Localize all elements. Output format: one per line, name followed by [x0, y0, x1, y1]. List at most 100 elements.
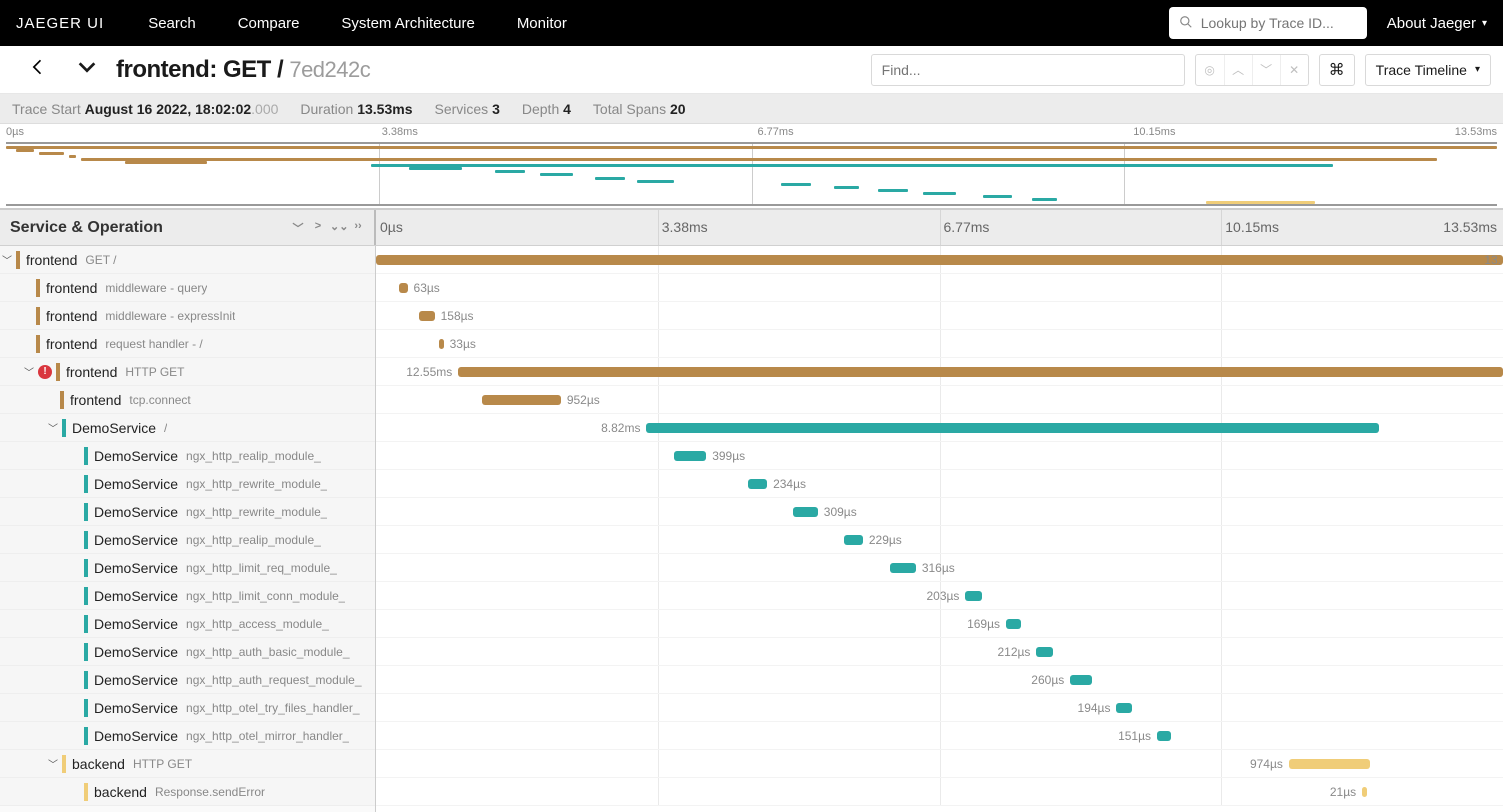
nav-compare[interactable]: Compare	[222, 0, 316, 46]
span-bar	[965, 591, 982, 601]
error-icon: !	[38, 365, 52, 379]
span-row[interactable]: DemoServicengx_http_rewrite_module_	[0, 498, 375, 526]
span-row[interactable]: ﹀!frontendHTTP GET	[0, 358, 375, 386]
span-row[interactable]: DemoServicengx_http_realip_module_	[0, 442, 375, 470]
search-icon	[1179, 15, 1193, 32]
collapse-icon[interactable]: ﹀	[290, 220, 306, 236]
chevron-down-icon: ▾	[1482, 18, 1487, 29]
service-color-bar	[84, 503, 88, 521]
span-bar-row[interactable]: 309µs	[376, 498, 1503, 526]
service-color-bar	[36, 335, 40, 353]
span-bar-row[interactable]: 8.82ms	[376, 414, 1503, 442]
minimap-canvas[interactable]	[6, 142, 1497, 206]
span-row[interactable]: frontendmiddleware - expressInit	[0, 302, 375, 330]
back-button[interactable]	[18, 55, 58, 85]
span-row[interactable]: ﹀backendHTTP GET	[0, 750, 375, 778]
span-bar	[1157, 731, 1171, 741]
span-bar-row[interactable]: 169µs	[376, 610, 1503, 638]
caret-icon[interactable]: ﹀	[0, 252, 14, 267]
brand-logo[interactable]: JAEGER UI	[16, 15, 104, 32]
view-mode-select[interactable]: Trace Timeline ▾	[1365, 54, 1491, 86]
span-operation: ngx_http_auth_basic_module_	[186, 645, 349, 659]
service-color-bar	[84, 531, 88, 549]
minimap-span	[923, 192, 956, 195]
span-service: DemoService	[94, 532, 178, 548]
trace-id: 7ed242c	[289, 57, 370, 82]
collapse-all-icon[interactable]: ⌄⌄	[330, 220, 346, 236]
about-menu[interactable]: About Jaeger ▾	[1387, 15, 1487, 32]
span-service: DemoService	[94, 448, 178, 464]
service-operation-header: Service & Operation ﹀ > ⌄⌄ ››	[0, 210, 376, 245]
caret-icon[interactable]: ﹀	[46, 420, 60, 435]
collapse-toggle[interactable]	[76, 56, 98, 84]
locate-icon[interactable]: ◎	[1196, 55, 1224, 85]
span-row[interactable]: frontendtcp.connect	[0, 386, 375, 414]
span-bar-row[interactable]: 234µs	[376, 470, 1503, 498]
service-color-bar	[84, 727, 88, 745]
span-bar-row[interactable]: 194µs	[376, 694, 1503, 722]
span-row[interactable]: ﹀DemoService/	[0, 414, 375, 442]
span-row[interactable]: DemoServicengx_http_otel_try_files_handl…	[0, 694, 375, 722]
expand-all-icon[interactable]: ››	[350, 220, 366, 236]
span-row[interactable]: DemoServicengx_http_otel_mirror_handler_	[0, 722, 375, 750]
span-bar	[844, 535, 863, 545]
span-bar-row[interactable]: 13.	[376, 246, 1503, 274]
trace-lookup[interactable]	[1169, 7, 1367, 39]
span-row[interactable]: DemoServicengx_http_limit_req_module_	[0, 554, 375, 582]
span-bar-row[interactable]: 151µs	[376, 722, 1503, 750]
span-service: frontend	[46, 336, 97, 352]
span-bar-row[interactable]: 399µs	[376, 442, 1503, 470]
span-bar-row[interactable]: 974µs	[376, 750, 1503, 778]
span-bar-row[interactable]: 260µs	[376, 666, 1503, 694]
span-row[interactable]: frontendrequest handler - /	[0, 330, 375, 358]
span-duration-label: 33µs	[450, 337, 476, 351]
minimap-span	[69, 155, 76, 158]
find-prev-button[interactable]: ︿	[1224, 55, 1252, 85]
service-color-bar	[84, 587, 88, 605]
span-duration-label: 974µs	[1250, 757, 1283, 771]
span-bar-row[interactable]: 316µs	[376, 554, 1503, 582]
keyboard-shortcuts-button[interactable]: ⌘	[1319, 54, 1355, 86]
caret-icon[interactable]: ﹀	[46, 756, 60, 771]
span-row[interactable]: ﹀frontendGET /	[0, 246, 375, 274]
span-row[interactable]: DemoServicengx_http_access_module_	[0, 610, 375, 638]
span-bar	[1289, 759, 1370, 769]
span-bar-row[interactable]: 12.55ms	[376, 358, 1503, 386]
find-input[interactable]	[871, 54, 1185, 86]
span-bar-row[interactable]: 952µs	[376, 386, 1503, 414]
span-duration-label: 21µs	[1330, 785, 1356, 799]
span-bar	[1070, 675, 1091, 685]
nav-search[interactable]: Search	[132, 0, 212, 46]
service-color-bar	[84, 615, 88, 633]
span-service: DemoService	[94, 644, 178, 660]
span-row[interactable]: DemoServicengx_http_realip_module_	[0, 526, 375, 554]
span-row[interactable]: DemoServicengx_http_rewrite_module_	[0, 470, 375, 498]
span-bar-row[interactable]: 33µs	[376, 330, 1503, 358]
find-clear-button[interactable]: ✕	[1280, 55, 1308, 85]
span-bar-row[interactable]: 212µs	[376, 638, 1503, 666]
service-color-bar	[84, 643, 88, 661]
span-row[interactable]: backendResponse.sendError	[0, 778, 375, 806]
span-bar-row[interactable]: 21µs	[376, 778, 1503, 806]
service-color-bar	[16, 251, 20, 269]
nav-monitor[interactable]: Monitor	[501, 0, 583, 46]
caret-icon[interactable]: ﹀	[22, 364, 36, 379]
span-operation: GET /	[85, 253, 116, 267]
span-row[interactable]: frontendmiddleware - query	[0, 274, 375, 302]
span-row[interactable]: DemoServicengx_http_limit_conn_module_	[0, 582, 375, 610]
span-bar-row[interactable]: 158µs	[376, 302, 1503, 330]
trace-lookup-input[interactable]	[1201, 15, 1357, 31]
span-bar-row[interactable]: 63µs	[376, 274, 1503, 302]
span-bar-row[interactable]: 229µs	[376, 526, 1503, 554]
expand-right-icon[interactable]: >	[310, 220, 326, 236]
span-duration-label: 234µs	[773, 477, 806, 491]
minimap-span	[125, 161, 207, 164]
service-color-bar	[84, 783, 88, 801]
span-operation: ngx_http_rewrite_module_	[186, 477, 327, 491]
span-row[interactable]: DemoServicengx_http_auth_request_module_	[0, 666, 375, 694]
span-bar-row[interactable]: 203µs	[376, 582, 1503, 610]
span-row[interactable]: DemoService ngx_http_auth_basic_module_	[0, 638, 375, 666]
nav-system-architecture[interactable]: System Architecture	[325, 0, 490, 46]
find-next-button[interactable]: ﹀	[1252, 55, 1280, 85]
minimap-span	[6, 146, 1497, 149]
